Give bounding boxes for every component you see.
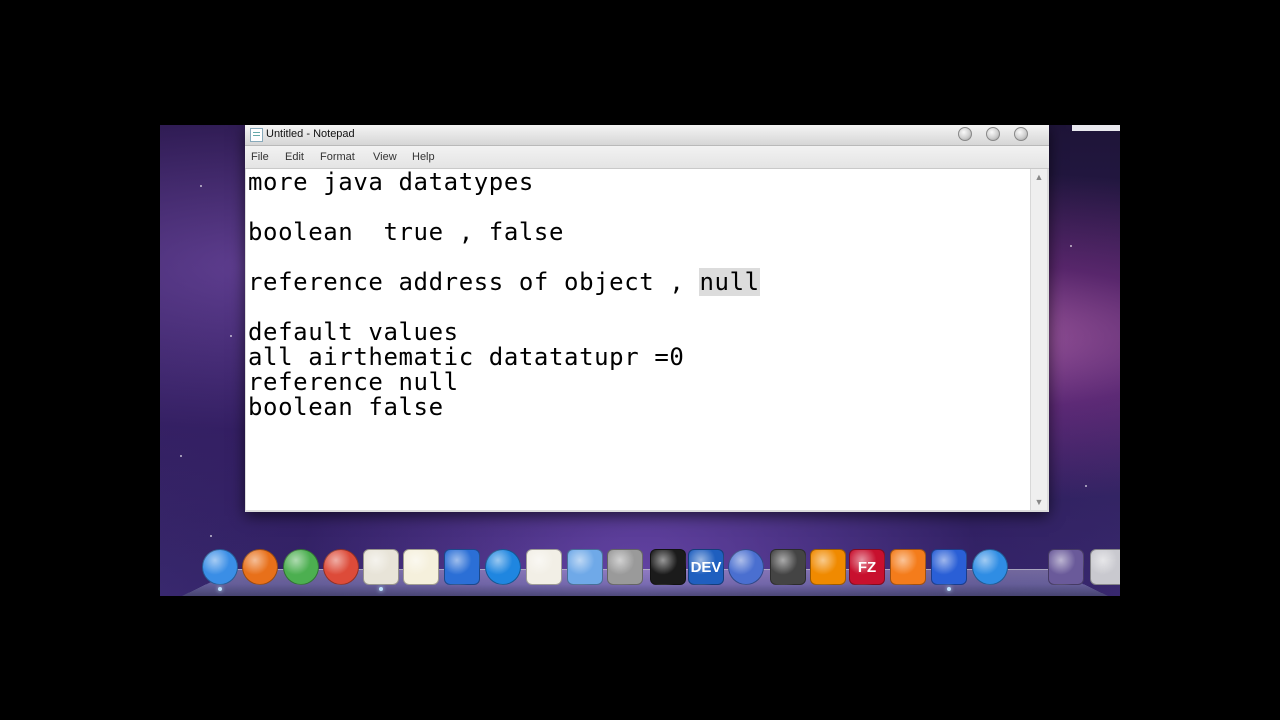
menu-bar: File Edit Format View Help [245, 146, 1049, 169]
line-text: reference address of object , [248, 268, 700, 296]
star [230, 335, 232, 337]
editor-line-5[interactable]: reference address of object , null [248, 268, 760, 296]
quicktime-icon [485, 549, 521, 585]
editor-line-9[interactable]: reference null [248, 370, 459, 395]
film-icon [444, 549, 480, 585]
filezilla-dock-item[interactable]: FZ [849, 549, 885, 585]
star [1070, 245, 1072, 247]
minimize-button[interactable] [958, 127, 972, 141]
desktop-background: Untitled - Notepad File Edit Format View… [160, 125, 1120, 596]
editor-line-1[interactable]: more java datatypes [248, 170, 534, 195]
editor-line-3[interactable]: boolean true , false [248, 220, 564, 245]
trash-dock-item[interactable] [1090, 549, 1120, 585]
unity-icon [770, 549, 806, 585]
home-dock-item[interactable] [526, 549, 562, 585]
devcpp-dock-item[interactable]: DEV [688, 549, 724, 585]
trash-icon [1090, 549, 1120, 585]
safari-icon [202, 549, 238, 585]
xampp-dock-item[interactable] [890, 549, 926, 585]
star [200, 185, 202, 187]
vlc-icon [810, 549, 846, 585]
running-indicator [947, 587, 951, 591]
script-editor-icon [363, 549, 399, 585]
virtual-screen-icon [931, 549, 967, 585]
maximize-button[interactable] [986, 127, 1000, 141]
menu-format[interactable]: Format [320, 151, 355, 163]
links-dock-item[interactable] [728, 549, 764, 585]
notepad-window: Untitled - Notepad File Edit Format View… [245, 125, 1049, 512]
dock-item-label: FZ [857, 558, 877, 576]
dock: DEV FZ [160, 549, 1120, 591]
star [1085, 485, 1087, 487]
scroll-down-arrow-icon[interactable]: ▼ [1031, 494, 1047, 510]
film-dock-item[interactable] [444, 549, 480, 585]
unity-dock-item[interactable] [770, 549, 806, 585]
scroll-up-arrow-icon[interactable]: ▲ [1031, 169, 1047, 185]
chrome-dock-item[interactable] [323, 549, 359, 585]
editor-line-7[interactable]: default values [248, 320, 459, 345]
photo-icon [1048, 549, 1084, 585]
firefox-dock-item[interactable] [242, 549, 278, 585]
home-icon [526, 549, 562, 585]
quicktime-dock-item[interactable] [485, 549, 521, 585]
system-prefs-icon [607, 549, 643, 585]
terminal-dock-item[interactable] [650, 549, 686, 585]
photo-dock-item[interactable] [1048, 549, 1084, 585]
textedit-dock-item[interactable] [403, 549, 439, 585]
text-editor[interactable]: more java datatypes boolean true , false… [246, 169, 1031, 510]
textedit-icon [403, 549, 439, 585]
close-button[interactable] [1014, 127, 1028, 141]
running-indicator [379, 587, 383, 591]
safari-dock-item[interactable] [202, 549, 238, 591]
selected-text[interactable]: null [699, 268, 760, 296]
devcpp-icon: DEV [688, 549, 724, 585]
links-icon [728, 549, 764, 585]
download-dock-item[interactable] [972, 549, 1008, 585]
script-editor-dock-item[interactable] [363, 549, 399, 591]
window-title: Untitled - Notepad [266, 128, 355, 140]
running-indicator [218, 587, 222, 591]
editor-line-10[interactable]: boolean false [248, 395, 444, 420]
menu-strip [1072, 125, 1120, 131]
vlc-dock-item[interactable] [810, 549, 846, 585]
virtual-screen-dock-item[interactable] [931, 549, 967, 591]
terminal-icon [650, 549, 686, 585]
menu-file[interactable]: File [251, 151, 269, 163]
menu-view[interactable]: View [373, 151, 397, 163]
dock-item-label: DEV [690, 558, 722, 576]
app-green-dock-item[interactable] [283, 549, 319, 585]
editor-line-8[interactable]: all airthematic datatatupr =0 [248, 345, 684, 370]
vertical-scrollbar[interactable]: ▲ ▼ [1030, 169, 1047, 510]
xampp-icon [890, 549, 926, 585]
filezilla-icon: FZ [849, 549, 885, 585]
display-dock-item[interactable] [567, 549, 603, 585]
menu-help[interactable]: Help [412, 151, 435, 163]
star [180, 455, 182, 457]
app-green-icon [283, 549, 319, 585]
download-icon [972, 549, 1008, 585]
title-bar[interactable]: Untitled - Notepad [245, 125, 1049, 146]
display-icon [567, 549, 603, 585]
notepad-icon [250, 128, 263, 142]
star [210, 535, 212, 537]
chrome-icon [323, 549, 359, 585]
menu-edit[interactable]: Edit [285, 151, 304, 163]
system-prefs-dock-item[interactable] [607, 549, 643, 585]
firefox-icon [242, 549, 278, 585]
